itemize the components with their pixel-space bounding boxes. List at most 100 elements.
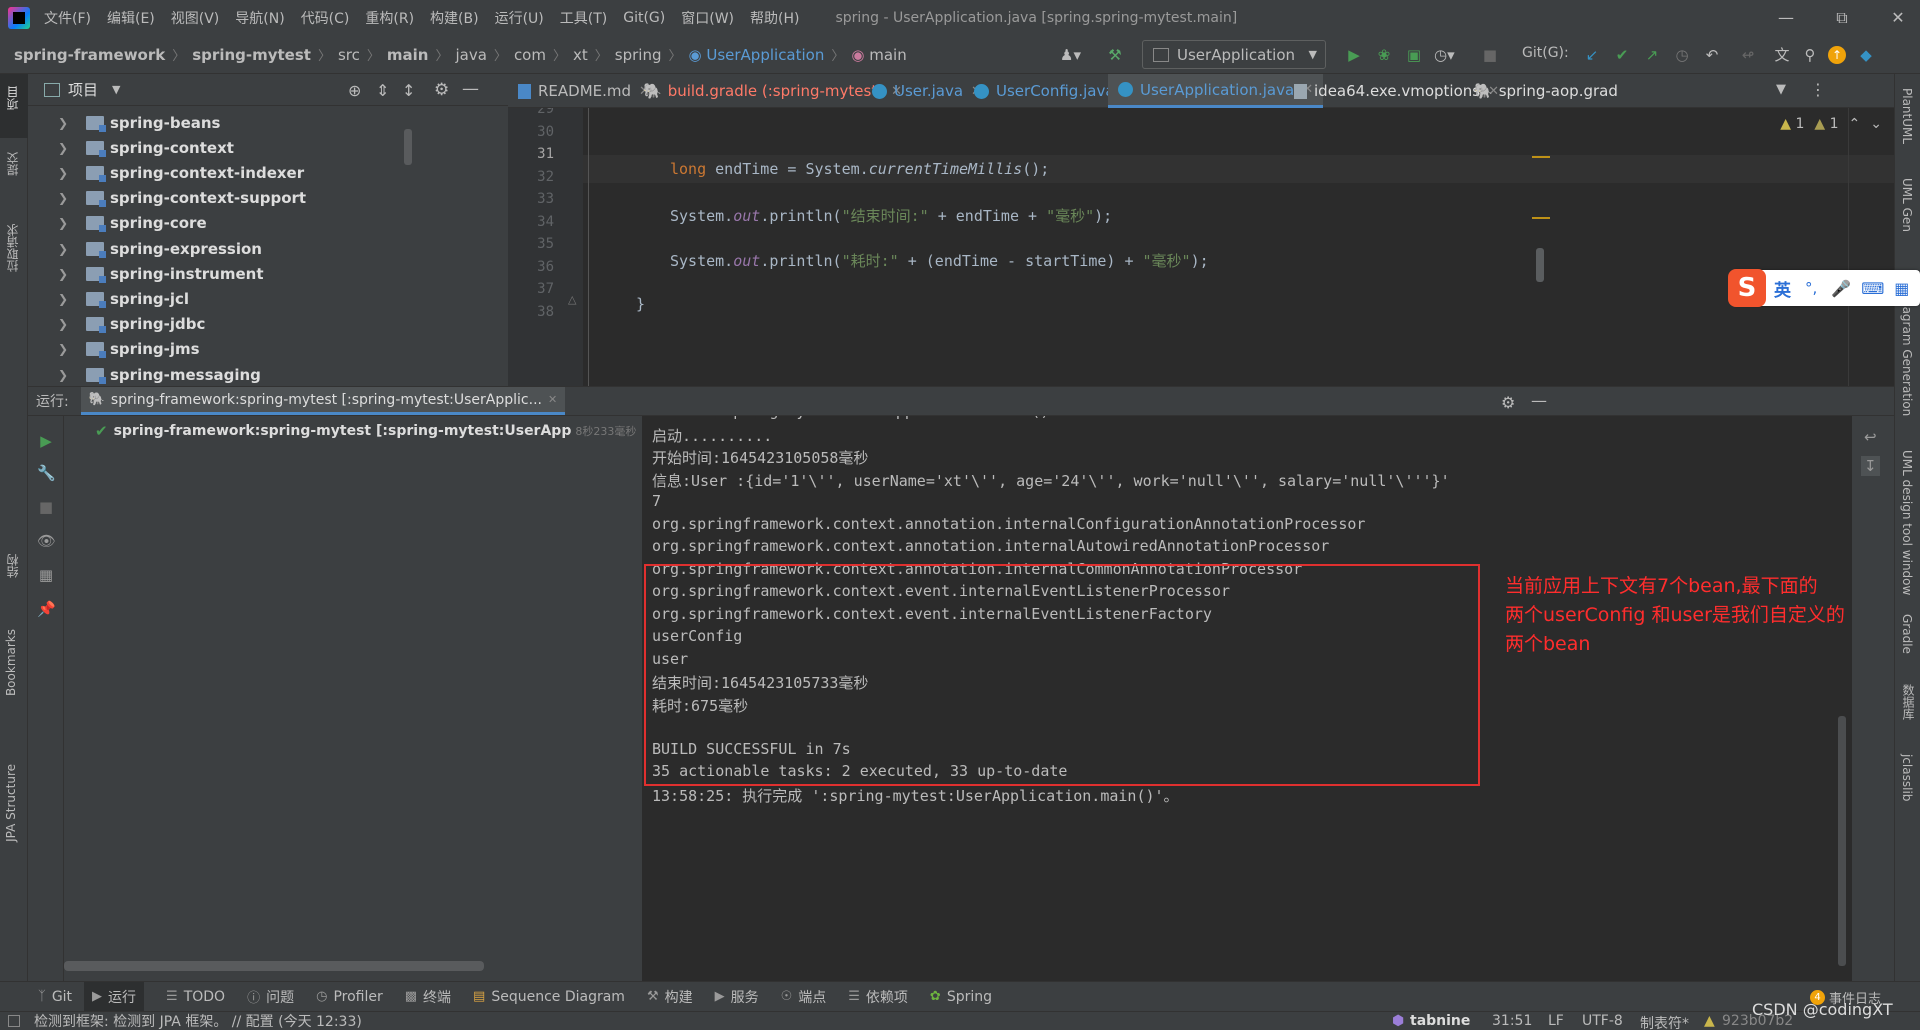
- scroll-to-end-icon[interactable]: ↧: [1861, 456, 1880, 476]
- cursor-position[interactable]: 31:51: [1492, 1013, 1532, 1029]
- gear-icon[interactable]: ⚙: [434, 80, 449, 100]
- editor-scrollbar[interactable]: [1536, 248, 1544, 282]
- menu-edit[interactable]: 编辑(E): [107, 8, 155, 28]
- chevron-down-icon[interactable]: ⌄: [1870, 116, 1882, 132]
- chevron-right-icon[interactable]: ❯: [58, 166, 74, 180]
- tree-item[interactable]: ❯ spring-messaging: [28, 362, 261, 387]
- tree-item[interactable]: ❯ spring-jcl: [28, 286, 189, 311]
- punctuation-icon[interactable]: °,: [1805, 279, 1817, 297]
- breadcrumb-src[interactable]: src: [338, 46, 360, 64]
- breadcrumb-spring[interactable]: spring: [615, 46, 662, 64]
- chevron-right-icon[interactable]: ❯: [58, 292, 74, 306]
- close-tab-icon[interactable]: ✕: [548, 393, 557, 406]
- menu-build[interactable]: 构建(B): [430, 8, 479, 28]
- indent-setting[interactable]: 制表符*: [1640, 1013, 1689, 1030]
- status-message[interactable]: 检测到框架: 检测到 JPA 框架。 // 配置 (今天 12:33): [34, 1011, 362, 1030]
- breadcrumb-com[interactable]: com: [514, 46, 546, 64]
- breadcrumb-xt[interactable]: xt: [573, 46, 588, 64]
- tree-item[interactable]: ❯ spring-instrument: [28, 261, 264, 286]
- tool-terminal[interactable]: ▩ 终端: [405, 987, 451, 1007]
- eye-icon[interactable]: 👁: [37, 532, 56, 550]
- close-icon[interactable]: ✕: [1886, 6, 1910, 30]
- tool-run[interactable]: ▶ 运行: [84, 981, 145, 1012]
- chevron-right-icon[interactable]: ❯: [58, 267, 74, 281]
- chevron-down-icon[interactable]: ▼: [112, 83, 120, 96]
- breadcrumb-module[interactable]: spring-mytest: [192, 46, 311, 64]
- microphone-icon[interactable]: 🎤: [1831, 279, 1851, 298]
- tool-window-database[interactable]: 数据库: [1900, 684, 1917, 720]
- tree-item[interactable]: ❯ spring-expression: [28, 236, 262, 261]
- fold-icon[interactable]: △: [568, 293, 576, 306]
- tool-spring[interactable]: ✿ Spring: [930, 989, 992, 1005]
- search-icon[interactable]: ⚲: [1800, 45, 1820, 65]
- vcs-operations-icon[interactable]: ↫: [1738, 45, 1758, 65]
- tool-window-plantuml[interactable]: PlantUML: [1900, 88, 1914, 144]
- tool-window-bookmarks[interactable]: Bookmarks: [4, 629, 18, 696]
- run-icon[interactable]: ▶: [1344, 45, 1364, 65]
- tool-problems[interactable]: ⓘ 问题: [247, 987, 294, 1007]
- console-scrollbar[interactable]: [1838, 716, 1846, 966]
- ime-toolbar[interactable]: S 英 °, 🎤 ⌨ ▦: [1728, 269, 1920, 307]
- tool-window-jpa-structure[interactable]: JPA Structure: [4, 764, 18, 842]
- menu-navigate[interactable]: 导航(N): [235, 8, 284, 28]
- chevron-up-icon[interactable]: ⌃: [1849, 116, 1861, 132]
- breadcrumb-project[interactable]: spring-framework: [14, 46, 165, 64]
- run-tree-scrollbar[interactable]: [64, 961, 484, 971]
- breadcrumb-main[interactable]: main: [387, 46, 429, 64]
- tool-build[interactable]: ⚒ 构建: [647, 987, 693, 1007]
- menu-file[interactable]: 文件(F): [44, 8, 91, 28]
- tabnine-status[interactable]: tabnine: [1410, 1013, 1470, 1029]
- toolbox-icon[interactable]: ▦: [1894, 279, 1909, 298]
- project-panel-title[interactable]: 项目: [68, 79, 98, 100]
- tool-window-uml-gen[interactable]: UML Gen: [1900, 178, 1914, 232]
- hammer-build-icon[interactable]: ⚒: [1105, 45, 1125, 65]
- file-encoding[interactable]: UTF-8: [1582, 1013, 1623, 1029]
- chevron-right-icon[interactable]: ❯: [58, 342, 74, 356]
- hide-panel-icon[interactable]: —: [1531, 391, 1547, 410]
- tool-window-jclasslib[interactable]: jclasslib: [1900, 754, 1914, 801]
- layout-icon[interactable]: ▦: [37, 566, 55, 584]
- coverage-icon[interactable]: ▣: [1404, 45, 1424, 65]
- tool-window-uml-design[interactable]: UML design tool window: [1900, 450, 1914, 595]
- code-editor[interactable]: 29 30 31 32 33 34 35 36 37 38 long endTime = Syst…: [508, 108, 1894, 386]
- stop-icon[interactable]: ■: [1480, 45, 1500, 65]
- tool-window-project[interactable]: 项目: [4, 86, 21, 110]
- chevron-right-icon[interactable]: ❯: [58, 216, 74, 230]
- minimize-icon[interactable]: —: [1774, 6, 1798, 30]
- tool-dependencies[interactable]: ☰ 依赖项: [848, 987, 908, 1007]
- tool-git[interactable]: ᛉ Git: [38, 989, 72, 1005]
- project-scrollbar[interactable]: [404, 129, 412, 165]
- tool-window-structure[interactable]: 结构: [4, 554, 21, 578]
- git-update-icon[interactable]: ↙: [1582, 45, 1602, 65]
- tool-window-diagram-generation[interactable]: Diagram Generation: [1900, 294, 1914, 416]
- profile-icon[interactable]: ◷▾: [1434, 45, 1455, 65]
- tree-item[interactable]: ❯ spring-context-indexer: [28, 160, 304, 185]
- tool-sequence-diagram[interactable]: ▤ Sequence Diagram: [473, 989, 625, 1005]
- stop-icon[interactable]: ■: [37, 498, 55, 516]
- menu-help[interactable]: 帮助(H): [750, 8, 799, 28]
- tree-item[interactable]: ❯ spring-beans: [28, 110, 221, 135]
- translate-icon[interactable]: 文: [1772, 45, 1792, 65]
- tree-item[interactable]: ❯ spring-context-support: [28, 186, 306, 211]
- status-toggle-icon[interactable]: [8, 1015, 20, 1027]
- rerun-icon[interactable]: ▶: [37, 432, 55, 450]
- tool-endpoints[interactable]: ☉ 端点: [781, 987, 827, 1007]
- ime-language[interactable]: 英: [1774, 276, 1791, 301]
- hide-panel-icon[interactable]: —: [462, 79, 479, 99]
- tool-services[interactable]: ▶ 服务: [715, 987, 759, 1007]
- breadcrumb-java[interactable]: java: [455, 46, 486, 64]
- keyboard-icon[interactable]: ⌨: [1861, 279, 1884, 298]
- chevron-down-icon[interactable]: ▼: [1776, 82, 1786, 97]
- tool-todo[interactable]: ☰ TODO: [166, 989, 225, 1005]
- tree-item[interactable]: ❯ spring-jms: [28, 337, 200, 362]
- run-tree-item[interactable]: ✔ spring-framework:spring-mytest [:sprin…: [95, 422, 636, 440]
- tool-window-pull-requests[interactable]: 拉取请求: [4, 224, 21, 272]
- debug-icon[interactable]: ❀: [1374, 45, 1394, 65]
- expand-all-icon[interactable]: ⇕: [376, 81, 389, 100]
- tree-item[interactable]: ❯ spring-context: [28, 135, 234, 160]
- more-options-icon[interactable]: ⋮: [1810, 80, 1826, 99]
- chevron-right-icon[interactable]: ❯: [58, 242, 74, 256]
- pin-icon[interactable]: 📌: [37, 600, 56, 618]
- collapse-all-icon[interactable]: ↕: [402, 81, 415, 100]
- menu-window[interactable]: 窗口(W): [681, 8, 734, 28]
